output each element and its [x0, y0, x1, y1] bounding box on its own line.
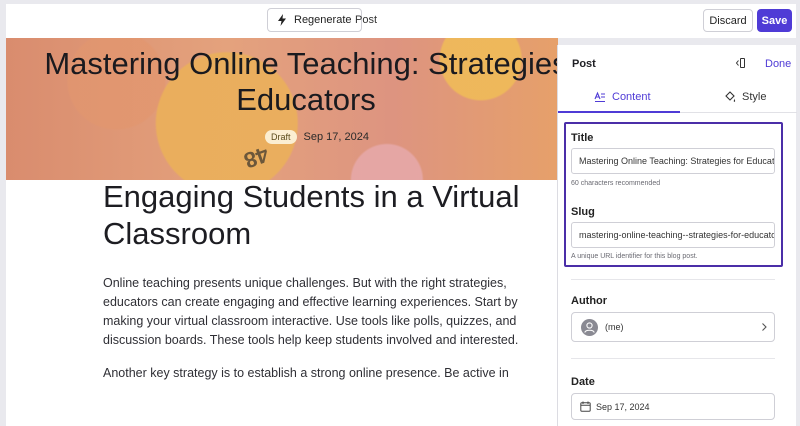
divider — [571, 358, 775, 359]
panel-tabs: Content Style — [558, 81, 797, 113]
avatar — [581, 319, 598, 336]
panel-header: Post Done — [558, 45, 797, 81]
tab-style[interactable]: Style — [724, 81, 766, 113]
tab-style-label: Style — [742, 91, 767, 103]
chevron-right-icon — [762, 323, 767, 331]
collapse-panel-icon[interactable] — [734, 57, 746, 69]
article-paragraph[interactable]: Online teaching presents unique challeng… — [103, 274, 523, 350]
regenerate-button[interactable]: Regenerate — [267, 8, 362, 32]
page-type-label: Post — [355, 14, 378, 26]
status-badge: Draft — [265, 130, 297, 144]
slug-input[interactable]: mastering-online-teaching--strategies-fo… — [571, 222, 775, 248]
title-field-label: Title — [571, 132, 594, 144]
panel-title: Post — [572, 58, 596, 70]
lightning-icon — [278, 14, 286, 26]
done-button[interactable]: Done — [765, 58, 791, 70]
date-value: Sep 17, 2024 — [596, 402, 650, 412]
tab-content-label: Content — [612, 91, 651, 103]
discard-button[interactable]: Discard — [703, 9, 753, 32]
title-input[interactable]: Mastering Online Teaching: Strategies fo… — [571, 148, 775, 174]
article-paragraph[interactable]: Another key strategy is to establish a s… — [103, 364, 523, 383]
hero-banner[interactable]: 48 Mastering Online Teaching: Strategies… — [6, 38, 558, 180]
paint-bucket-icon — [725, 91, 736, 102]
slug-hint: A unique URL identifier for this blog po… — [571, 253, 698, 260]
date-picker[interactable]: Sep 17, 2024 — [571, 393, 775, 420]
hero-meta: Draft Sep 17, 2024 — [265, 130, 369, 144]
user-icon — [584, 322, 595, 333]
active-tab-indicator — [558, 111, 680, 113]
content-icon — [594, 91, 605, 103]
save-button[interactable]: Save — [757, 9, 792, 32]
top-toolbar: Regenerate Post Discard Save — [6, 4, 796, 38]
author-name: (me) — [605, 322, 624, 332]
slug-field-label: Slug — [571, 206, 595, 218]
divider — [571, 279, 775, 280]
calendar-icon — [580, 401, 591, 412]
regenerate-label: Regenerate — [294, 14, 352, 26]
author-field-label: Author — [571, 295, 608, 307]
ball-number: 48 — [240, 141, 273, 174]
hero-date: Sep 17, 2024 — [303, 131, 369, 143]
date-field-label: Date — [571, 376, 595, 388]
title-hint: 60 characters recommended — [571, 180, 661, 187]
tab-content[interactable]: Content — [594, 81, 651, 113]
hero-title-line2: Educators — [236, 82, 376, 117]
hero-title-line1: Mastering Online Teaching: Strategies — [44, 46, 558, 81]
author-selector[interactable]: (me) — [571, 312, 775, 342]
article-heading[interactable]: Engaging Students in a Virtual Classroom — [103, 178, 523, 252]
